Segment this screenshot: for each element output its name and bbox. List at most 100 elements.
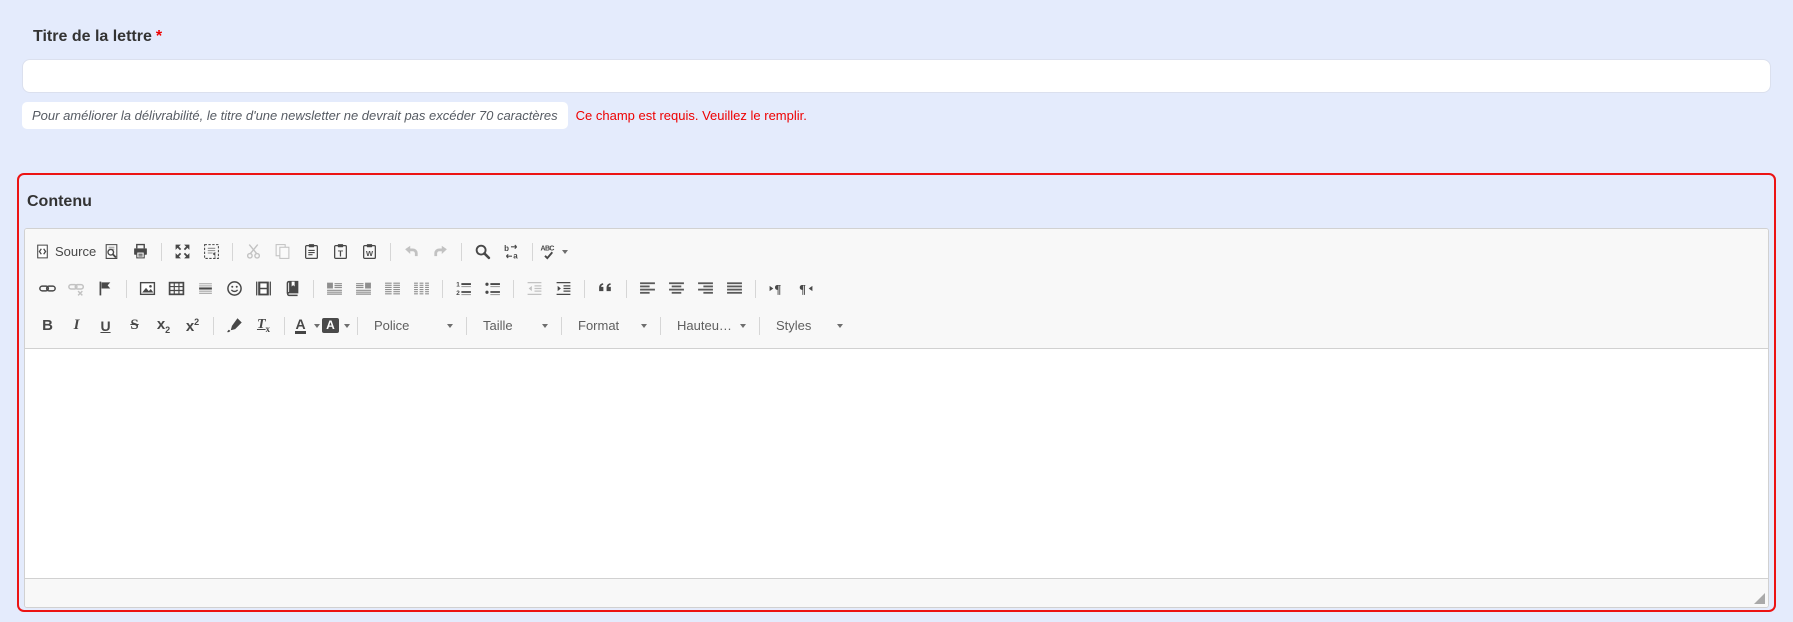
- cut-icon: [245, 243, 262, 260]
- bold-button[interactable]: B: [34, 313, 61, 339]
- toolbar-separator: [461, 243, 462, 261]
- unlink-icon: [68, 280, 85, 297]
- align-justify-button[interactable]: [721, 276, 748, 302]
- indent-button[interactable]: [550, 276, 577, 302]
- print-button[interactable]: [127, 239, 154, 265]
- align-justify-icon: [726, 280, 743, 297]
- bulleted-list-icon: [484, 280, 501, 297]
- horizontal-rule-icon: [197, 280, 214, 297]
- align-left-button[interactable]: [634, 276, 661, 302]
- format-combo-label: Format: [578, 318, 619, 333]
- redo-button: [427, 239, 454, 265]
- toolbar-separator: [390, 243, 391, 261]
- content-section-card: Contenu Source ¶ T Wba ABC 12 ¶ ¶ BIUSx2x2 Tx AA Po…: [17, 173, 1776, 612]
- spellcheck-button[interactable]: ABC: [540, 239, 568, 265]
- superscript-button[interactable]: x2: [179, 313, 206, 339]
- svg-text:W: W: [366, 249, 373, 258]
- toolbar-separator: [161, 243, 162, 261]
- svg-text:2: 2: [456, 290, 460, 297]
- chevron-down-icon: [562, 250, 568, 254]
- toolbar-separator: [755, 280, 756, 298]
- anchor-button[interactable]: [92, 276, 119, 302]
- background-color-button[interactable]: A: [322, 313, 350, 339]
- print-icon: [132, 243, 149, 260]
- link-button[interactable]: [34, 276, 61, 302]
- line-height-combo[interactable]: Hauteur …: [667, 313, 753, 339]
- book-icon: [284, 280, 301, 297]
- templates-button[interactable]: [279, 276, 306, 302]
- svg-text:ABC: ABC: [541, 246, 555, 253]
- source-button[interactable]: Source: [34, 239, 96, 265]
- svg-text:¶: ¶: [799, 282, 806, 296]
- toolbar-separator: [561, 317, 562, 335]
- align-right-button[interactable]: [692, 276, 719, 302]
- size-combo[interactable]: Taille: [473, 313, 555, 339]
- layout-image-left-icon: [326, 280, 343, 297]
- paste-button[interactable]: [298, 239, 325, 265]
- svg-text:¶: ¶: [774, 282, 781, 296]
- italic-button[interactable]: I: [63, 313, 90, 339]
- blockquote-button[interactable]: [592, 276, 619, 302]
- underline-button[interactable]: U: [92, 313, 119, 339]
- preview-button[interactable]: [98, 239, 125, 265]
- find-button[interactable]: [469, 239, 496, 265]
- paste-word-button[interactable]: W: [356, 239, 383, 265]
- resize-handle[interactable]: [1754, 593, 1765, 604]
- direction-rtl-button[interactable]: ¶: [792, 276, 819, 302]
- align-center-button[interactable]: [663, 276, 690, 302]
- align-center-icon: [668, 280, 685, 297]
- bulleted-list-button[interactable]: [479, 276, 506, 302]
- strikethrough-button[interactable]: S: [121, 313, 148, 339]
- table-button[interactable]: [163, 276, 190, 302]
- numbered-list-button[interactable]: 12: [450, 276, 477, 302]
- toolbar-row: 12 ¶ ¶: [33, 270, 1760, 307]
- content-section-title: Contenu: [19, 175, 1774, 211]
- error-text: Ce champ est requis. Veuillez le remplir…: [576, 108, 807, 123]
- layout-image-right-button[interactable]: [350, 276, 377, 302]
- svg-text:1: 1: [456, 282, 460, 289]
- image-button[interactable]: [134, 276, 161, 302]
- text-color-icon: A: [292, 317, 309, 334]
- outdent-icon: [526, 280, 543, 297]
- direction-ltr-button[interactable]: ¶: [763, 276, 790, 302]
- background-color-icon: A: [322, 317, 339, 334]
- hint-row: Pour améliorer la délivrabilité, le titr…: [22, 102, 1771, 129]
- show-blocks-icon: ¶: [203, 243, 220, 260]
- toolbar-separator: [660, 317, 661, 335]
- indent-icon: [555, 280, 572, 297]
- layout-two-columns-button[interactable]: [379, 276, 406, 302]
- maximize-button[interactable]: [169, 239, 196, 265]
- smiley-button[interactable]: [221, 276, 248, 302]
- styles-combo[interactable]: Styles: [766, 313, 850, 339]
- remove-format-button[interactable]: Tx: [250, 313, 277, 339]
- horizontal-rule-button[interactable]: [192, 276, 219, 302]
- numbered-list-icon: 12: [455, 280, 472, 297]
- font-combo-label: Police: [374, 318, 409, 333]
- toolbar-separator: [313, 280, 314, 298]
- layout-image-left-button[interactable]: [321, 276, 348, 302]
- media-button[interactable]: [250, 276, 277, 302]
- toolbar-separator: [532, 243, 533, 261]
- replace-button[interactable]: ba: [498, 239, 525, 265]
- toolbar-separator: [759, 317, 760, 335]
- line-height-combo-label: Hauteur …: [677, 318, 735, 333]
- subscript-button[interactable]: x2: [150, 313, 177, 339]
- italic-icon: I: [68, 317, 85, 334]
- spellcheck-icon: ABC: [540, 243, 557, 260]
- unlink-button: [63, 276, 90, 302]
- blockquote-icon: [597, 280, 614, 297]
- chevron-down-icon: [314, 324, 320, 328]
- maximize-icon: [174, 243, 191, 260]
- title-input[interactable]: [22, 59, 1771, 93]
- layout-three-columns-button[interactable]: [408, 276, 435, 302]
- paste-text-button[interactable]: T: [327, 239, 354, 265]
- font-combo[interactable]: Police: [364, 313, 460, 339]
- editor-body[interactable]: [25, 349, 1768, 578]
- copy-formatting-button[interactable]: [221, 313, 248, 339]
- text-color-button[interactable]: A: [292, 313, 320, 339]
- format-combo[interactable]: Format: [568, 313, 654, 339]
- toolbar-separator: [584, 280, 585, 298]
- show-blocks-button[interactable]: ¶: [198, 239, 225, 265]
- find-icon: [474, 243, 491, 260]
- source-button-label: Source: [55, 244, 96, 259]
